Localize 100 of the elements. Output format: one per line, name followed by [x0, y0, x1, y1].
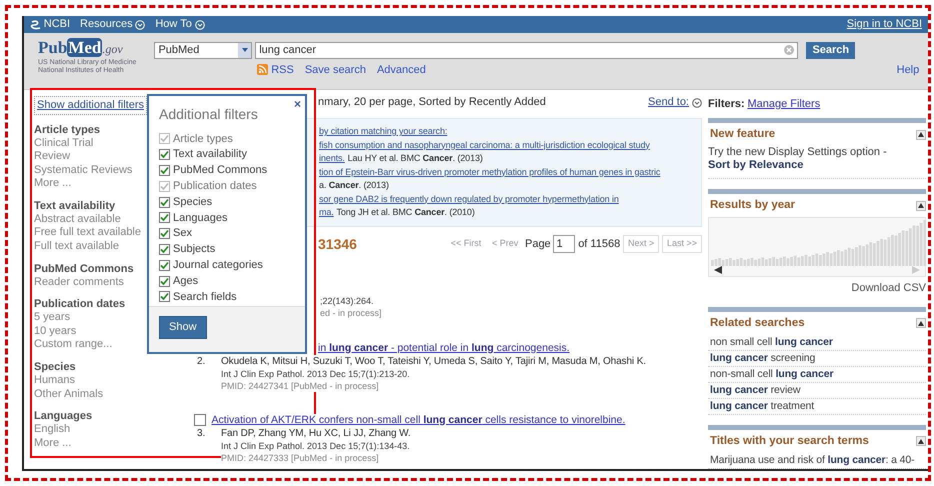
popup-title: Additional filters	[158, 105, 258, 124]
filter-group-title: Species	[34, 361, 76, 374]
filter-option[interactable]: Journal categories	[149, 257, 263, 274]
filter-link[interactable]: More ...	[34, 177, 72, 191]
filter-link[interactable]: 10 years	[34, 324, 76, 338]
result-count: 31346	[318, 234, 357, 254]
sign-in-link[interactable]: Sign in to NCBI	[846, 16, 922, 33]
manage-filters-link[interactable]: Manage Filters	[747, 96, 820, 112]
collapse-button[interactable]	[916, 200, 926, 211]
citation-link[interactable]: inents.	[319, 152, 345, 166]
checkbox[interactable]	[159, 149, 170, 160]
show-button[interactable]: Show	[159, 316, 207, 338]
related-link[interactable]: lung cancer treatment	[708, 398, 926, 414]
filter-link[interactable]: Full text available	[34, 240, 119, 254]
result-number: 2.	[197, 354, 206, 368]
result-title-link[interactable]: in lung cancer - potential role in lung carcinogenesis.	[318, 342, 570, 354]
collapse-button[interactable]	[916, 318, 926, 328]
filter-link[interactable]: Abstract available	[34, 212, 121, 226]
checkbox[interactable]	[194, 414, 206, 426]
filter-option[interactable]: Species	[149, 194, 212, 210]
pubmed-logo: PubMed.gov	[38, 39, 124, 56]
authors-text: Okudela K, Mitsui H, Suzuki T, Woo T, Tateishi Y, Umeda S, Saito Y, Tajiri M, Masuda M, Ohashi K.	[221, 354, 646, 368]
checkbox[interactable]	[159, 212, 170, 224]
filter-option[interactable]: Ages	[149, 273, 198, 289]
filter-option[interactable]: Sex	[149, 226, 192, 242]
filter-option[interactable]: Languages	[149, 210, 228, 226]
clear-icon	[784, 45, 794, 56]
filter-link[interactable]: Reader comments	[34, 276, 124, 290]
related-link[interactable]: non small cell lung cancer	[708, 334, 926, 350]
portlet-title: Titles with your search terms	[710, 434, 869, 448]
citation-text: Lau HY et al. BMC Cancer. (2013)	[348, 152, 483, 165]
checkbox[interactable]	[159, 260, 170, 271]
related-link[interactable]: lung cancer screening	[708, 350, 926, 366]
scroll-left-icon	[714, 266, 722, 274]
database-select[interactable]: PubMed	[154, 42, 252, 59]
search-field[interactable]: lung cancer	[255, 42, 798, 59]
checkbox[interactable]	[159, 164, 170, 176]
citation-link[interactable]: tion of Epstein-Barr virus-driven promoter methylation profiles of human genes in gastric	[319, 166, 660, 179]
display-settings-text: nmary, 20 per page, Sorted by Recently Added	[318, 96, 546, 109]
rss-link[interactable]: RSS	[257, 62, 294, 78]
pmid-text: PMID: 24427333 [PubMed - in process]	[221, 452, 379, 464]
chevron-icon	[692, 98, 702, 108]
menu-link[interactable]: How To	[155, 16, 205, 33]
close-button[interactable]: ×	[294, 98, 301, 110]
download-csv-link[interactable]: Download CSV	[851, 280, 926, 296]
filter-option[interactable]: Subjects	[149, 242, 216, 258]
collapse-button[interactable]	[916, 130, 926, 140]
filter-link[interactable]: More ...	[34, 436, 72, 450]
citation-text: a. Cancer. (2013)	[319, 179, 389, 192]
authors-text: Fan DP, Zhang YM, Hu XC, Li JJ, Zhang W.	[221, 426, 411, 440]
checkbox[interactable]	[159, 276, 170, 287]
result-number: 3.	[197, 426, 206, 440]
filter-link[interactable]: Humans	[34, 374, 75, 388]
filter-link[interactable]: Review	[34, 150, 70, 164]
related-link[interactable]: non-small cell lung cancer	[708, 366, 926, 382]
dropdown-icon	[240, 47, 249, 54]
filter-link[interactable]: Other Animals	[34, 388, 104, 402]
feature-link[interactable]: Sort by Relevance	[708, 159, 804, 172]
help-link[interactable]: Help	[896, 62, 920, 78]
send-to-link[interactable]: Send to:	[648, 96, 689, 109]
checkbox[interactable]	[159, 244, 170, 255]
filter-link[interactable]: Clinical Trial	[34, 136, 94, 150]
citation-link[interactable]: sor gene DAB2 is frequently down regulated by promoter hypermethylation in	[319, 192, 619, 206]
related-link[interactable]: lung cancer review	[708, 382, 926, 398]
menu-link[interactable]: Resources	[80, 16, 146, 33]
helix-icon	[30, 19, 41, 30]
filter-option[interactable]: PubMed Commons	[149, 162, 268, 178]
page-label: Page	[524, 236, 551, 252]
citation-link[interactable]: ma.	[319, 206, 334, 220]
filter-link[interactable]: Systematic Reviews	[34, 164, 132, 178]
pmid-text: ed - in process]	[320, 306, 383, 318]
search-button[interactable]: Search	[806, 42, 856, 59]
filter-group-title: Article types	[34, 124, 100, 136]
page-total: of 11568	[578, 236, 620, 252]
citation-text: Tong JH et al. BMC Cancer. (2010)	[336, 206, 475, 219]
header-link[interactable]: Save search	[304, 62, 366, 78]
page-field[interactable]: 1	[553, 234, 576, 254]
filter-link[interactable]: English	[34, 423, 70, 437]
pmid-text: PMID: 24427341 [PubMed - in process]	[221, 380, 379, 392]
filter-link[interactable]: Free full text available	[34, 226, 141, 240]
filter-group-title: Text availability	[34, 200, 116, 213]
checkbox[interactable]	[159, 291, 170, 302]
result-title-link[interactable]: Activation of AKT/ERK confers non-small cell lung cancer cells resistance to vinorelbine.	[212, 414, 626, 426]
filter-option[interactable]: Text availability	[149, 146, 247, 163]
journal-text: Int J Clin Exp Pathol. 2013 Dec 15;7(1):134-43.	[221, 440, 410, 452]
portlet-title: New feature	[710, 127, 776, 142]
checkbox[interactable]	[159, 196, 170, 208]
related-link[interactable]: Marijuana use and risk of lung cancer: a 40-	[708, 452, 926, 468]
journal-text: Int J Clin Exp Pathol. 2013 Dec 15;7(1):213-20.	[221, 368, 410, 380]
filter-group-title: Languages	[34, 410, 92, 424]
checkbox[interactable]	[159, 228, 170, 240]
ncbi-logo-text: NCBI	[44, 17, 70, 32]
filter-link[interactable]: 5 years	[34, 311, 70, 325]
citation-link[interactable]: by citation matching your search:	[319, 125, 448, 138]
filter-link[interactable]: Custom range...	[34, 338, 112, 352]
header-link[interactable]: Advanced	[376, 62, 426, 78]
collapse-button[interactable]	[916, 436, 926, 446]
citation-link[interactable]: fish consumption and nasopharyngeal carcinoma: a multi-jurisdiction ecological study	[319, 138, 650, 152]
filter-option[interactable]: Search fields	[149, 288, 237, 305]
rss-icon	[257, 64, 268, 76]
